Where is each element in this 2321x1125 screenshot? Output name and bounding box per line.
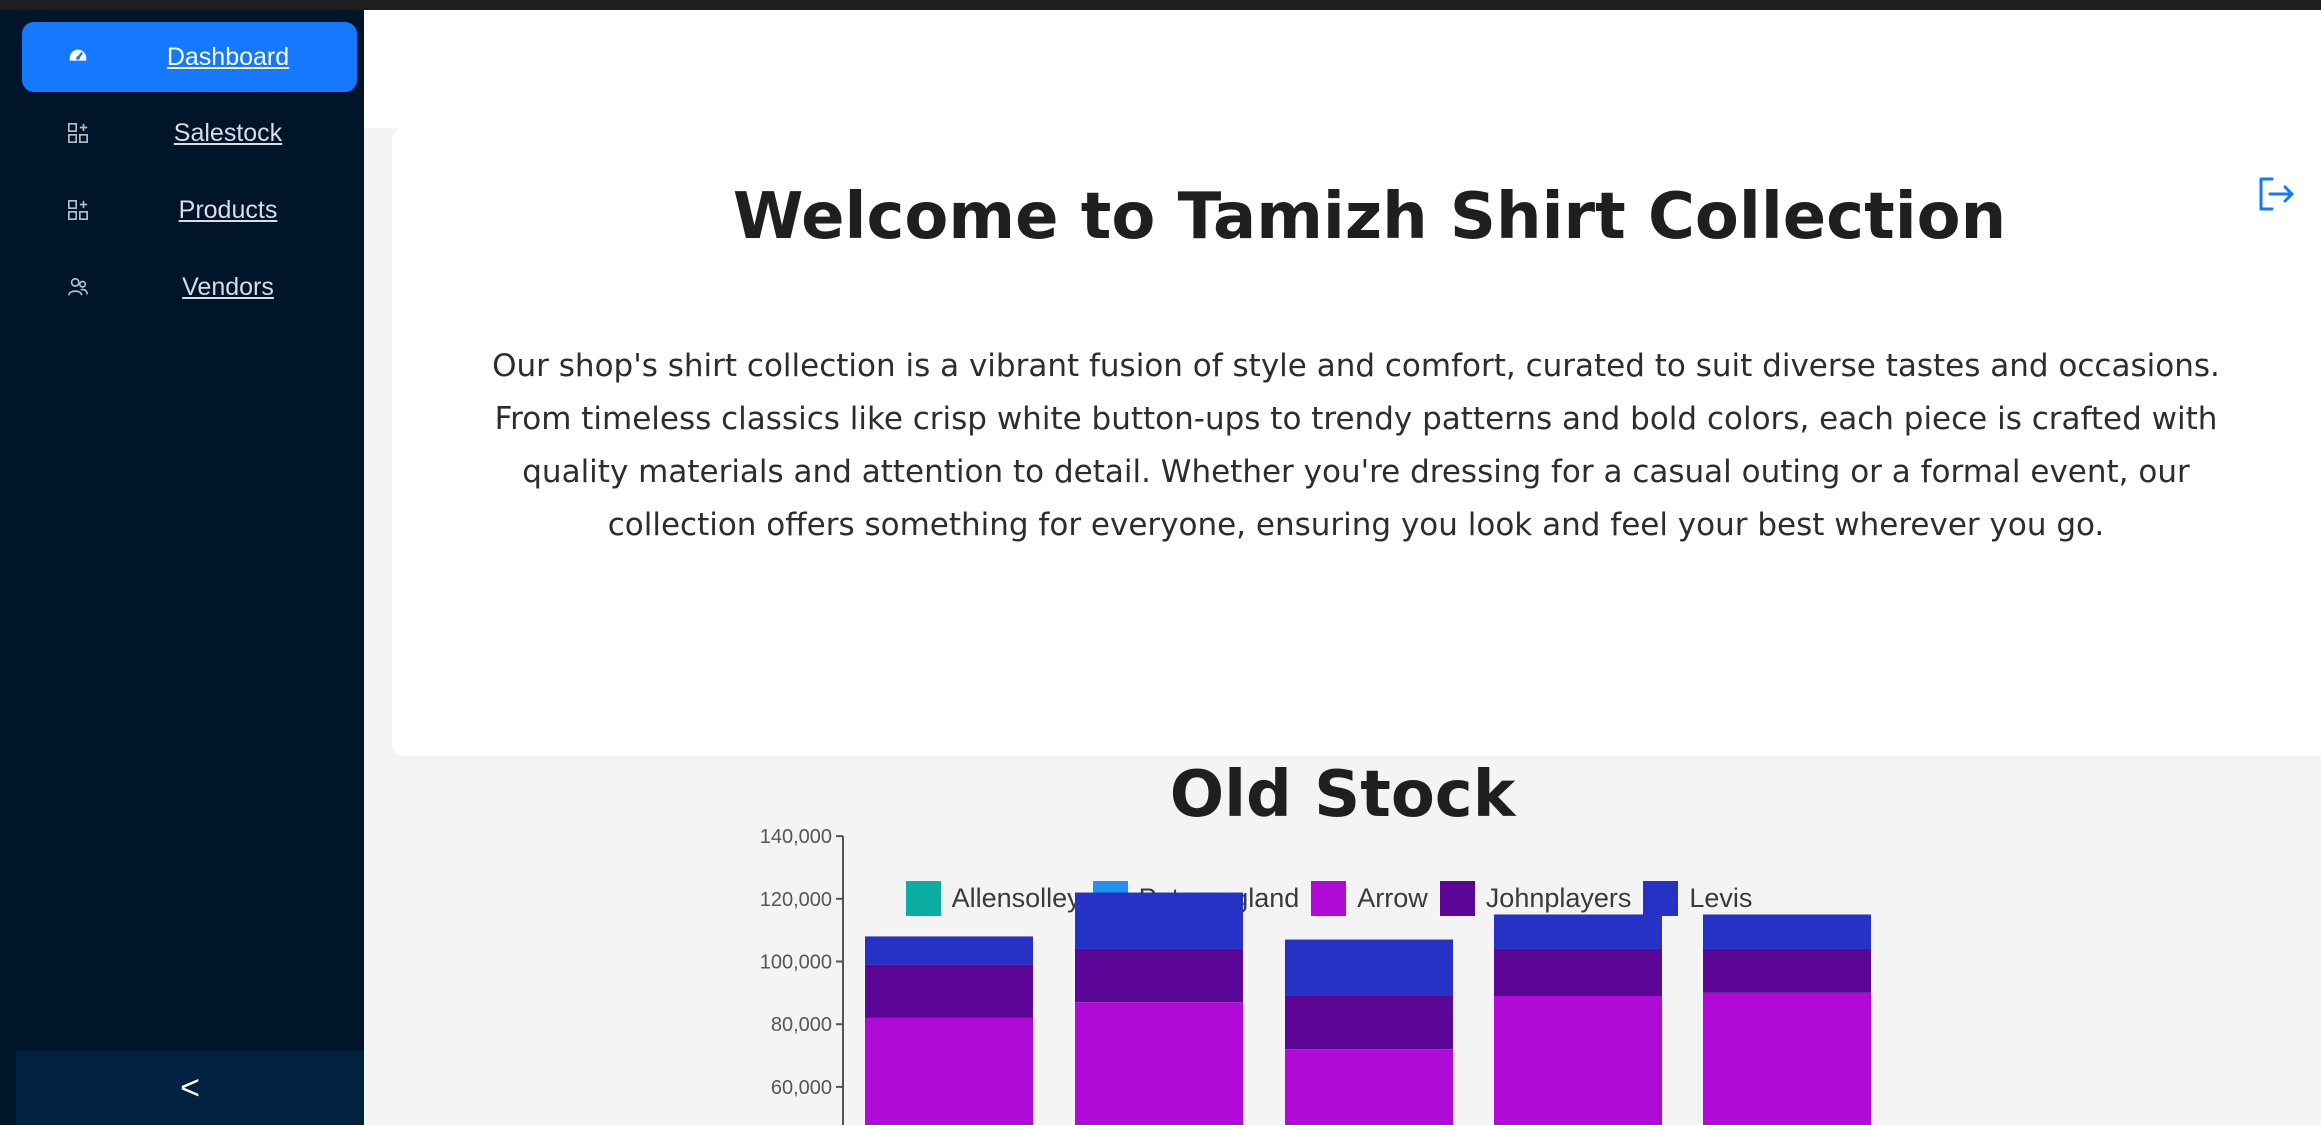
bar-segment-levis bbox=[1703, 914, 1871, 949]
bar-segment-levis bbox=[1285, 939, 1453, 996]
stacked-bar-chart: 60,000 80,000 100,000 120,000 140,000 bbox=[760, 826, 1871, 1125]
y-axis-tick-label: 60,000 bbox=[771, 1077, 832, 1099]
y-axis-tick-label: 100,000 bbox=[760, 952, 832, 974]
bar-segment-arrow bbox=[865, 1017, 1033, 1125]
bar-segment-johnplayers bbox=[1285, 995, 1453, 1050]
bar-segment-levis bbox=[1494, 914, 1662, 949]
y-axis-tick-label: 80,000 bbox=[771, 1014, 832, 1036]
bar-segment-arrow bbox=[1703, 992, 1871, 1125]
bar-segment-arrow bbox=[1075, 1002, 1243, 1125]
bar-segment-johnplayers bbox=[1494, 948, 1662, 996]
bar-segment-levis bbox=[865, 936, 1033, 965]
bar-segment-johnplayers bbox=[1703, 948, 1871, 993]
bar-segment-johnplayers bbox=[865, 964, 1033, 1018]
y-axis-tick-label: 120,000 bbox=[760, 889, 832, 911]
y-axis-tick-label: 140,000 bbox=[760, 826, 832, 848]
bar-segment-arrow bbox=[1494, 995, 1662, 1125]
bar-segment-johnplayers bbox=[1075, 948, 1243, 1003]
bar-segment-levis bbox=[1075, 892, 1243, 949]
bar-segment-arrow bbox=[1285, 1049, 1453, 1125]
